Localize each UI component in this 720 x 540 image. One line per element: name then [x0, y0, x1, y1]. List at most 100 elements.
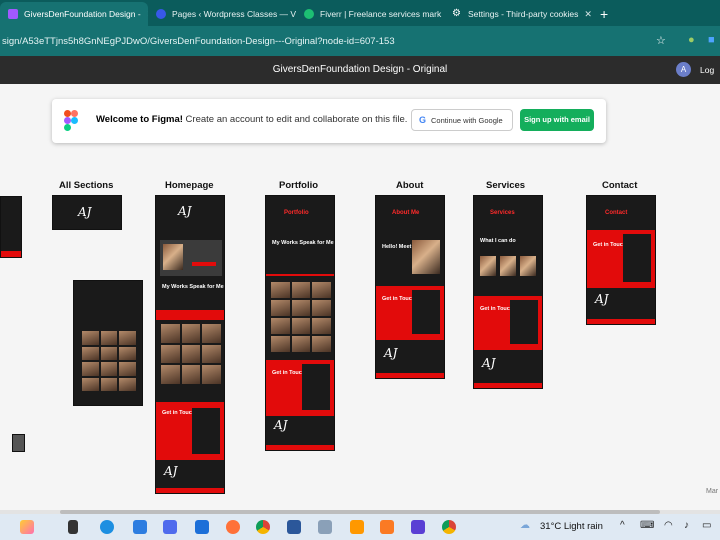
- photo: [82, 347, 99, 361]
- tab-wordpress[interactable]: Pages ‹ Wordpress Classes — V ✕: [148, 2, 296, 26]
- portrait-photo: [163, 244, 183, 270]
- sublime-icon[interactable]: [350, 520, 364, 534]
- service-photo: [520, 256, 536, 276]
- close-icon[interactable]: ✕: [584, 9, 592, 20]
- footer-logo: AJ: [482, 356, 495, 370]
- photos-icon[interactable]: [318, 520, 332, 534]
- frame-label-about[interactable]: About: [396, 180, 423, 191]
- frame-thumbnail[interactable]: [12, 434, 25, 452]
- figma-canvas[interactable]: Welcome to Figma! Create an account to e…: [0, 84, 720, 514]
- contact-form: [302, 364, 330, 410]
- avatar[interactable]: A: [676, 62, 691, 77]
- chrome-icon[interactable]: [442, 520, 456, 534]
- figma-icon: [8, 9, 18, 19]
- frame-label-services[interactable]: Services: [486, 180, 525, 191]
- store-icon[interactable]: [163, 520, 177, 534]
- footer-bar: [376, 373, 444, 379]
- get-in-touch-heading: Get in Touch: [480, 306, 513, 312]
- welcome-message: Welcome to Figma! Create an account to e…: [96, 114, 407, 125]
- tab-fiverr[interactable]: Fiverr | Freelance services mark ✕: [296, 2, 444, 26]
- volume-icon[interactable]: ♪: [684, 520, 689, 531]
- word-icon[interactable]: [287, 520, 301, 534]
- address-bar[interactable]: sign/A53eTTjns5h8GnNEgPJDwO/GiversDenFou…: [0, 26, 720, 56]
- contact-section: Get in Touch: [156, 402, 224, 460]
- get-in-touch-heading: Get in Touch: [593, 242, 626, 248]
- continue-with-google-button[interactable]: G Continue with Google: [411, 109, 513, 131]
- media-icon[interactable]: [411, 520, 425, 534]
- contact-section: Get in Touch: [474, 296, 542, 350]
- footer-logo: AJ: [595, 292, 608, 306]
- portfolio-heading: Portfolio: [284, 210, 309, 216]
- mail-icon[interactable]: [133, 520, 147, 534]
- photo: [101, 362, 118, 376]
- weather-text[interactable]: 31°C Light rain: [540, 521, 603, 532]
- close-icon[interactable]: ✕: [147, 9, 148, 20]
- get-in-touch-heading: Get in Touch: [272, 370, 305, 376]
- footer-logo: AJ: [164, 464, 177, 478]
- photo: [119, 378, 136, 392]
- frame-about[interactable]: About Me Hello! Meet Me Get in Touch AJ: [375, 195, 445, 379]
- frame-contact[interactable]: Contact Get in Touch AJ: [586, 195, 656, 325]
- star-icon[interactable]: ☆: [656, 34, 666, 47]
- welcome-banner: Welcome to Figma! Create an account to e…: [52, 99, 606, 143]
- frame-label-contact[interactable]: Contact: [602, 180, 637, 191]
- portfolio-grid: [161, 324, 221, 384]
- copilot-icon[interactable]: [20, 520, 34, 534]
- explorer-icon[interactable]: [195, 520, 209, 534]
- fiverr-icon: [304, 9, 314, 19]
- cta-button: [192, 262, 216, 266]
- photo: [82, 378, 99, 392]
- photo: [292, 300, 311, 316]
- photo: [312, 336, 331, 352]
- task-view-icon[interactable]: [68, 520, 78, 534]
- photo: [101, 331, 118, 345]
- footer-bar: [474, 383, 542, 389]
- keyboard-icon[interactable]: ⌨: [640, 520, 654, 531]
- url-text[interactable]: sign/A53eTTjns5h8GnNEgPJDwO/GiversDenFou…: [0, 36, 640, 47]
- login-button[interactable]: Log: [700, 65, 714, 75]
- tab-figma[interactable]: GiversDenFoundation Design - ✕: [0, 2, 148, 26]
- photo: [82, 362, 99, 376]
- frame-services[interactable]: Services What I can do Get in Touch AJ: [473, 195, 543, 389]
- footer-bar: [1, 251, 21, 258]
- frame-label-all-sections[interactable]: All Sections: [59, 180, 113, 191]
- tab-settings[interactable]: ⚙ Settings - Third-party cookies ✕: [444, 2, 592, 26]
- get-in-touch-heading: Get in Touch: [162, 410, 195, 416]
- extension-icon[interactable]: ●: [688, 34, 695, 46]
- photo-grid: [82, 331, 136, 391]
- frame-all-sections[interactable]: AJ: [52, 195, 122, 230]
- photo: [119, 362, 136, 376]
- frame-gallery[interactable]: [73, 280, 143, 406]
- new-tab-button[interactable]: +: [592, 6, 616, 26]
- photo: [271, 336, 290, 352]
- footer-logo: AJ: [274, 418, 287, 432]
- gear-icon: ⚙: [452, 9, 462, 19]
- divider: [266, 274, 334, 276]
- frame-label-portfolio[interactable]: Portfolio: [279, 180, 318, 191]
- sign-up-email-button[interactable]: Sign up with email: [520, 109, 594, 131]
- photo: [182, 345, 201, 364]
- intro-card: [160, 240, 222, 276]
- photo: [312, 300, 331, 316]
- chrome-icon[interactable]: [256, 520, 270, 534]
- get-in-touch-heading: Get in Touch: [382, 296, 415, 302]
- firefox-icon[interactable]: [226, 520, 240, 534]
- contact-section: Get in Touch: [376, 286, 444, 340]
- photo: [292, 336, 311, 352]
- chevron-up-icon[interactable]: ^: [620, 520, 625, 531]
- frame-label-homepage[interactable]: Homepage: [165, 180, 214, 191]
- welcome-text: Create an account to edit and collaborat…: [183, 114, 407, 125]
- battery-icon[interactable]: ▭: [702, 520, 711, 531]
- wifi-icon[interactable]: ◠: [664, 520, 673, 531]
- browser-tab-strip: GiversDenFoundation Design - ✕ Pages ‹ W…: [0, 0, 720, 26]
- profile-icon[interactable]: ■: [708, 34, 715, 46]
- google-icon: G: [419, 115, 426, 125]
- tab-title: Fiverr | Freelance services mark: [320, 9, 441, 19]
- about-heading: About Me: [392, 210, 419, 216]
- edge-icon[interactable]: [100, 520, 114, 534]
- xampp-icon[interactable]: [380, 520, 394, 534]
- frame-homepage[interactable]: AJ My Works Speak for Me Get in Touch AJ: [155, 195, 225, 494]
- frame-portfolio[interactable]: Portfolio My Works Speak for Me Get in T…: [265, 195, 335, 451]
- photo: [271, 282, 290, 298]
- frame-offscreen[interactable]: [0, 196, 22, 258]
